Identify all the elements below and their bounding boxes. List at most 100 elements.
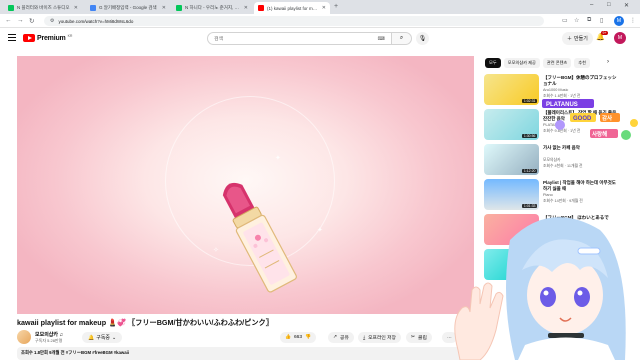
tab-favicon-icon — [8, 5, 14, 11]
share-button[interactable]: ↗ 공유 — [328, 332, 354, 343]
chat-emote-overlay: PLATANUS GOOD 감사 사랑해 — [542, 99, 638, 140]
browser-tab[interactable]: G 알기배정입력 - Google 검색 ✕ — [86, 2, 170, 14]
tab-favicon-icon — [176, 5, 182, 11]
youtube-header: Premium KR ⌨ ⌕ 🎙 ＋ 만들기 🔔 9+ M — [0, 28, 640, 50]
video-thumbnail[interactable]: 1:30:56 — [484, 109, 539, 140]
tab-close-icon[interactable]: ✕ — [322, 5, 326, 11]
recommendation-channel: 모모의샵카 — [543, 158, 561, 162]
avatar-choker — [548, 333, 584, 338]
voice-search-button[interactable]: 🎙 — [416, 32, 429, 45]
new-tab-button[interactable]: + — [334, 3, 338, 10]
avatar-left-eye — [540, 287, 556, 307]
description-box[interactable]: 조회수 1.8만회 9개월 전 #フリーBGM #freeBGM #kawaii — [17, 347, 477, 360]
search-icon: ⌕ — [399, 35, 404, 41]
duration-badge: 1:30:56 — [522, 134, 537, 138]
keyboard-icon[interactable]: ⌨ — [378, 36, 385, 42]
bookmark-star-icon[interactable]: ☆ — [574, 17, 579, 24]
browser-tab[interactable]: N 하니다 - 우리노 준거지, 산량 … ✕ — [172, 2, 252, 14]
browser-tab[interactable]: N 플러터와 바이즈 스튜디오 ✕ — [4, 2, 82, 14]
channel-name[interactable]: 모모의샵카 ♫ — [35, 331, 63, 338]
recommendation-title: Playlist | 작업을 해야 하는데 아무것도 하기 싫을 때 — [543, 180, 616, 191]
like-button[interactable]: 👍 663 👎 — [280, 332, 316, 343]
recommendation-title: 【フリーBGM】休憩のプロフェッショナル — [543, 75, 617, 86]
browser-menu-icon[interactable]: ⋮ — [630, 17, 636, 24]
chip-channel[interactable]: 모모의샵카 제공 — [503, 58, 540, 68]
download-icon: ⤓ — [363, 335, 366, 341]
browser-profile-avatar[interactable]: M — [614, 16, 624, 26]
tab-title: N 하니다 - 우리노 준거지, 산량 … — [185, 5, 241, 10]
chevron-right-icon[interactable]: › — [607, 59, 609, 65]
eye-highlight — [577, 290, 583, 296]
recommendation-channel: Aru1000 Music — [543, 88, 569, 92]
sparkle-icon: ✧ — [213, 247, 219, 254]
microphone-icon: 🎙 — [418, 36, 427, 42]
video-player[interactable]: ✦ ✧ ✦ — [17, 56, 474, 314]
sparkle-icon: ✦ — [317, 227, 323, 234]
thumbs-down-icon[interactable]: 👎 — [305, 335, 311, 340]
cast-icon[interactable]: ▭ — [562, 17, 568, 24]
tab-title: G 알기배정입력 - Google 검색 — [99, 5, 157, 10]
minimize-button[interactable]: – — [590, 2, 593, 8]
channel-avatar[interactable] — [17, 330, 31, 344]
browser-tab-active[interactable]: (1) kawaii playlist for make… ✕ — [254, 2, 330, 14]
url-text: youtube.com/watch?v=hMi8dWsL6do — [58, 18, 134, 24]
screen: { "browser": { "tabs": [ {"title": "N 플러… — [0, 0, 640, 360]
site-info-icon[interactable]: ⚙ — [50, 18, 54, 24]
back-arrow-icon[interactable]: ← — [5, 17, 12, 24]
share-icon: ↗ — [333, 335, 338, 340]
tab-close-icon[interactable]: ✕ — [162, 5, 166, 11]
emote-face-icon — [630, 119, 638, 127]
emote-text: 사랑해 — [592, 130, 607, 138]
browser-tab-strip: N 플러터와 바이즈 스튜디오 ✕ G 알기배정입력 - Google 검색 ✕… — [0, 0, 640, 14]
video-title: kawaii playlist for makeup 💄💞 〖フリーBGM/甘か… — [17, 318, 273, 327]
maximize-button[interactable]: □ — [607, 2, 611, 8]
clip-button[interactable]: ✂ 클립 — [406, 332, 432, 343]
chip-recommended[interactable]: 추천 — [574, 58, 591, 68]
emote-face-icon — [621, 130, 631, 140]
video-thumbnail[interactable]: 1:12:20 — [484, 144, 539, 175]
hamburger-menu-icon[interactable] — [8, 34, 16, 42]
emote-face-icon — [555, 120, 565, 130]
avatar-waving-hand — [454, 282, 504, 360]
video-thumbnail[interactable]: 1:02:31 — [484, 74, 539, 105]
close-window-button[interactable]: ✕ — [624, 2, 629, 9]
extensions-icon[interactable]: ⧉ — [587, 17, 591, 24]
tab-favicon-icon — [90, 5, 96, 11]
browser-toolbar: ← → ↻ ⚙ youtube.com/watch?v=hMi8dWsL6do … — [0, 14, 640, 28]
offline-label: 오프라인 저장 — [368, 336, 396, 341]
notification-count-badge: 9+ — [601, 31, 608, 35]
emote-text: PLATANUS — [546, 102, 578, 108]
subscribe-label: 구독중 — [96, 335, 111, 341]
sidepanel-icon[interactable]: ▯ — [600, 17, 603, 24]
forward-arrow-icon[interactable]: → — [17, 17, 24, 24]
search-box[interactable]: ⌨ — [207, 32, 392, 45]
tab-title: (1) kawaii playlist for make… — [267, 5, 319, 11]
search-button[interactable]: ⌕ — [392, 32, 412, 45]
offline-save-button[interactable]: ⤓ 오프라인 저장 — [358, 332, 401, 343]
youtube-favicon-icon — [258, 5, 264, 11]
chip-related[interactable]: 관련 콘텐츠 — [542, 58, 572, 68]
region-code: KR — [67, 34, 73, 38]
avatar-face — [527, 255, 603, 335]
logo-text: Premium — [37, 34, 66, 42]
create-label: 만들기 — [574, 36, 588, 42]
create-button[interactable]: ＋ 만들기 — [562, 32, 593, 45]
chip-all[interactable]: 모두 — [485, 58, 501, 68]
plus-icon: ＋ — [567, 36, 573, 42]
sparkle-icon: ✦ — [275, 155, 281, 162]
search-input[interactable] — [214, 35, 374, 42]
tab-title: N 플러터와 바이즈 스튜디오 — [17, 5, 70, 10]
tab-close-icon[interactable]: ✕ — [244, 5, 248, 11]
tab-close-icon[interactable]: ✕ — [74, 5, 78, 11]
bell-icon: 🔔 — [88, 334, 95, 341]
subscribe-button[interactable]: 🔔 구독중 ⌄ — [82, 332, 123, 343]
account-avatar[interactable]: M — [614, 32, 626, 44]
reload-icon[interactable]: ↻ — [29, 17, 34, 25]
eye-highlight — [543, 290, 549, 296]
address-bar[interactable]: ⚙ youtube.com/watch?v=hMi8dWsL6do — [44, 16, 544, 26]
youtube-play-icon — [23, 34, 35, 42]
clip-label: 클립 — [418, 336, 427, 341]
vtuber-avatar-overlay — [454, 217, 626, 360]
recommendation-channel: Piano — [543, 193, 553, 197]
youtube-premium-logo[interactable]: Premium KR — [23, 34, 72, 42]
